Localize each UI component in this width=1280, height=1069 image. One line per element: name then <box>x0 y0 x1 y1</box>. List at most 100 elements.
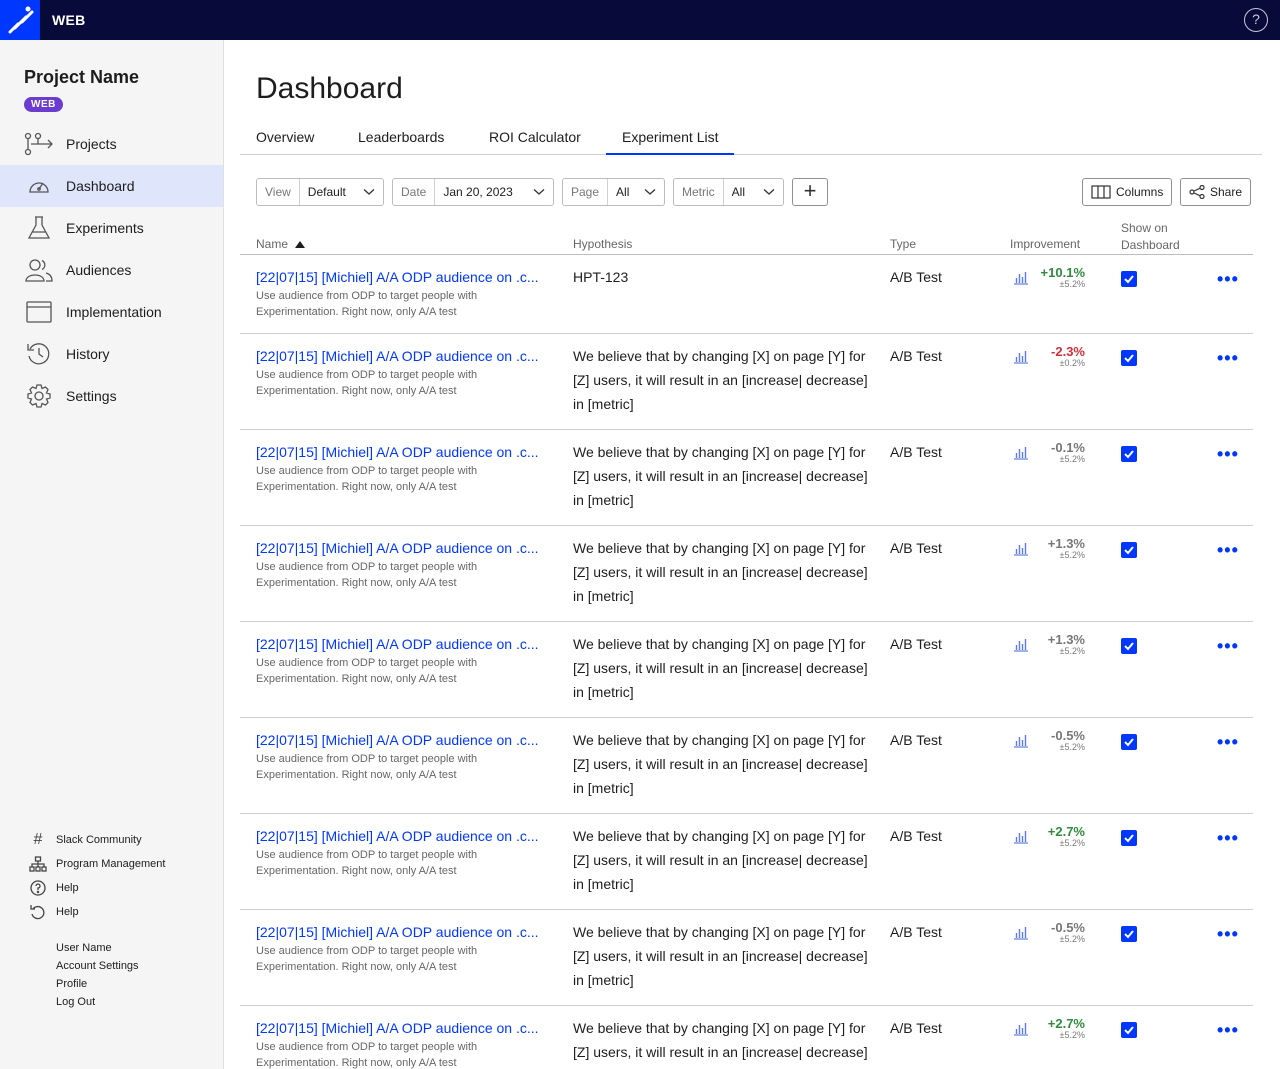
button-label: Columns <box>1116 185 1164 199</box>
show-on-dashboard-checkbox[interactable] <box>1121 1022 1137 1038</box>
sidebar-item-history[interactable]: History <box>0 333 223 375</box>
sidebar-item-label: Audiences <box>66 262 132 278</box>
date-filter[interactable]: Date Jan 20, 2023 <box>392 178 554 206</box>
metric-filter[interactable]: Metric All <box>673 178 784 206</box>
add-filter-button[interactable]: + <box>792 178 828 206</box>
hypothesis-cell: We believe that by changing [X] on page … <box>573 732 868 796</box>
show-on-dashboard-checkbox[interactable] <box>1121 350 1137 366</box>
experiment-link[interactable]: [22|07|15] [Michiel] A/A ODP audience on… <box>256 348 556 364</box>
experiment-link[interactable]: [22|07|15] [Michiel] A/A ODP audience on… <box>256 269 556 285</box>
chevron-down-icon <box>533 189 545 195</box>
improvement-cell: +2.7% ±5.2% <box>1030 824 1085 848</box>
experiment-link[interactable]: [22|07|15] [Michiel] A/A ODP audience on… <box>256 1020 556 1036</box>
bar-chart-icon[interactable] <box>1013 1022 1029 1036</box>
show-on-dashboard-checkbox[interactable] <box>1121 926 1137 942</box>
more-options-icon[interactable]: ••• <box>1217 269 1239 290</box>
hypothesis-cell: We believe that by changing [X] on page … <box>573 444 868 508</box>
table-row[interactable]: [22|07|15] [Michiel] A/A ODP audience on… <box>240 814 1253 910</box>
more-options-icon[interactable]: ••• <box>1217 924 1239 945</box>
experiment-link[interactable]: [22|07|15] [Michiel] A/A ODP audience on… <box>256 444 556 460</box>
platform-badge: WEB <box>24 97 63 112</box>
column-header-type[interactable]: Type <box>890 237 916 251</box>
bar-chart-icon[interactable] <box>1013 271 1029 285</box>
hypothesis-cell: We believe that by changing [X] on page … <box>573 924 868 988</box>
user-menu: User Name Account Settings Profile Log O… <box>56 942 139 1014</box>
log-out-link[interactable]: Log Out <box>56 996 139 1014</box>
help-link-2[interactable]: Help <box>28 900 165 924</box>
more-options-icon[interactable]: ••• <box>1217 1020 1239 1041</box>
bar-chart-icon[interactable] <box>1013 638 1029 652</box>
bar-chart-icon[interactable] <box>1013 350 1029 364</box>
more-options-icon[interactable]: ••• <box>1217 828 1239 849</box>
bar-chart-icon[interactable] <box>1013 830 1029 844</box>
program-management-link[interactable]: Program Management <box>28 852 165 876</box>
bar-chart-icon[interactable] <box>1013 734 1029 748</box>
table-row[interactable]: [22|07|15] [Michiel] A/A ODP audience on… <box>240 255 1253 334</box>
column-header-name[interactable]: Name <box>256 237 306 251</box>
sidebar-item-projects[interactable]: Projects <box>0 123 223 165</box>
sidebar-item-dashboard[interactable]: Dashboard <box>0 165 223 207</box>
more-options-icon[interactable]: ••• <box>1217 636 1239 657</box>
more-options-icon[interactable]: ••• <box>1217 540 1239 561</box>
footer-label: Help <box>56 906 79 918</box>
bar-chart-icon[interactable] <box>1013 926 1029 940</box>
improvement-cell: +1.3% ±5.2% <box>1030 632 1085 656</box>
profile-link[interactable]: Profile <box>56 978 139 996</box>
checkmark-icon <box>1124 450 1134 459</box>
bar-chart-icon[interactable] <box>1013 542 1029 556</box>
account-settings-link[interactable]: Account Settings <box>56 960 139 978</box>
more-options-icon[interactable]: ••• <box>1217 732 1239 753</box>
show-on-dashboard-checkbox[interactable] <box>1121 830 1137 846</box>
browser-window-icon <box>24 299 54 325</box>
help-icon <box>28 880 48 896</box>
more-options-icon[interactable]: ••• <box>1217 348 1239 369</box>
tab-roi-calculator[interactable]: ROI Calculator <box>473 129 597 155</box>
share-button[interactable]: Share <box>1180 178 1252 206</box>
sidebar-item-experiments[interactable]: Experiments <box>0 207 223 249</box>
table-row[interactable]: [22|07|15] [Michiel] A/A ODP audience on… <box>240 910 1253 1006</box>
bar-chart-icon[interactable] <box>1013 446 1029 460</box>
tab-leaderboards[interactable]: Leaderboards <box>342 129 460 155</box>
experiment-link[interactable]: [22|07|15] [Michiel] A/A ODP audience on… <box>256 924 556 940</box>
sidebar-item-label: Projects <box>66 136 117 152</box>
sidebar-item-implementation[interactable]: Implementation <box>0 291 223 333</box>
experiment-description: Use audience from ODP to target people w… <box>256 369 478 397</box>
table-row[interactable]: [22|07|15] [Michiel] A/A ODP audience on… <box>240 622 1253 718</box>
experiment-link[interactable]: [22|07|15] [Michiel] A/A ODP audience on… <box>256 636 556 652</box>
table-row[interactable]: [22|07|15] [Michiel] A/A ODP audience on… <box>240 1006 1253 1069</box>
experiment-link[interactable]: [22|07|15] [Michiel] A/A ODP audience on… <box>256 828 556 844</box>
show-on-dashboard-checkbox[interactable] <box>1121 542 1137 558</box>
show-on-dashboard-checkbox[interactable] <box>1121 734 1137 750</box>
tab-bar: Overview Leaderboards ROI Calculator Exp… <box>240 122 1262 155</box>
confidence-interval: ±5.2% <box>1059 454 1085 464</box>
show-on-dashboard-checkbox[interactable] <box>1121 638 1137 654</box>
chevron-down-icon <box>763 189 775 195</box>
help-icon[interactable]: ? <box>1244 8 1268 32</box>
view-filter[interactable]: View Default <box>256 178 384 206</box>
tab-experiment-list[interactable]: Experiment List <box>606 129 735 155</box>
show-on-dashboard-checkbox[interactable] <box>1121 271 1137 287</box>
column-header-show-on-dashboard[interactable]: Show on Dashboard <box>1121 220 1180 254</box>
type-cell: A/B Test <box>890 540 942 556</box>
more-options-icon[interactable]: ••• <box>1217 444 1239 465</box>
help-link[interactable]: Help <box>28 876 165 900</box>
slack-community-link[interactable]: # Slack Community <box>28 828 165 852</box>
experiment-link[interactable]: [22|07|15] [Michiel] A/A ODP audience on… <box>256 732 556 748</box>
filter-value: All <box>616 185 630 199</box>
undo-icon <box>28 904 48 920</box>
experiment-link[interactable]: [22|07|15] [Michiel] A/A ODP audience on… <box>256 540 556 556</box>
table-row[interactable]: [22|07|15] [Michiel] A/A ODP audience on… <box>240 718 1253 814</box>
page-filter[interactable]: Page All <box>562 178 665 206</box>
sidebar-item-settings[interactable]: Settings <box>0 375 223 417</box>
logo[interactable] <box>0 0 40 40</box>
sidebar-item-audiences[interactable]: Audiences <box>0 249 223 291</box>
column-header-hypothesis[interactable]: Hypothesis <box>573 237 632 251</box>
table-row[interactable]: [22|07|15] [Michiel] A/A ODP audience on… <box>240 526 1253 622</box>
table-row[interactable]: [22|07|15] [Michiel] A/A ODP audience on… <box>240 334 1253 430</box>
column-header-improvement[interactable]: Improvement <box>1010 237 1080 251</box>
columns-button[interactable]: Columns <box>1082 178 1173 206</box>
tab-overview[interactable]: Overview <box>240 129 330 155</box>
improvement-cell: -2.3% ±0.2% <box>1030 344 1085 368</box>
show-on-dashboard-checkbox[interactable] <box>1121 446 1137 462</box>
table-row[interactable]: [22|07|15] [Michiel] A/A ODP audience on… <box>240 430 1253 526</box>
